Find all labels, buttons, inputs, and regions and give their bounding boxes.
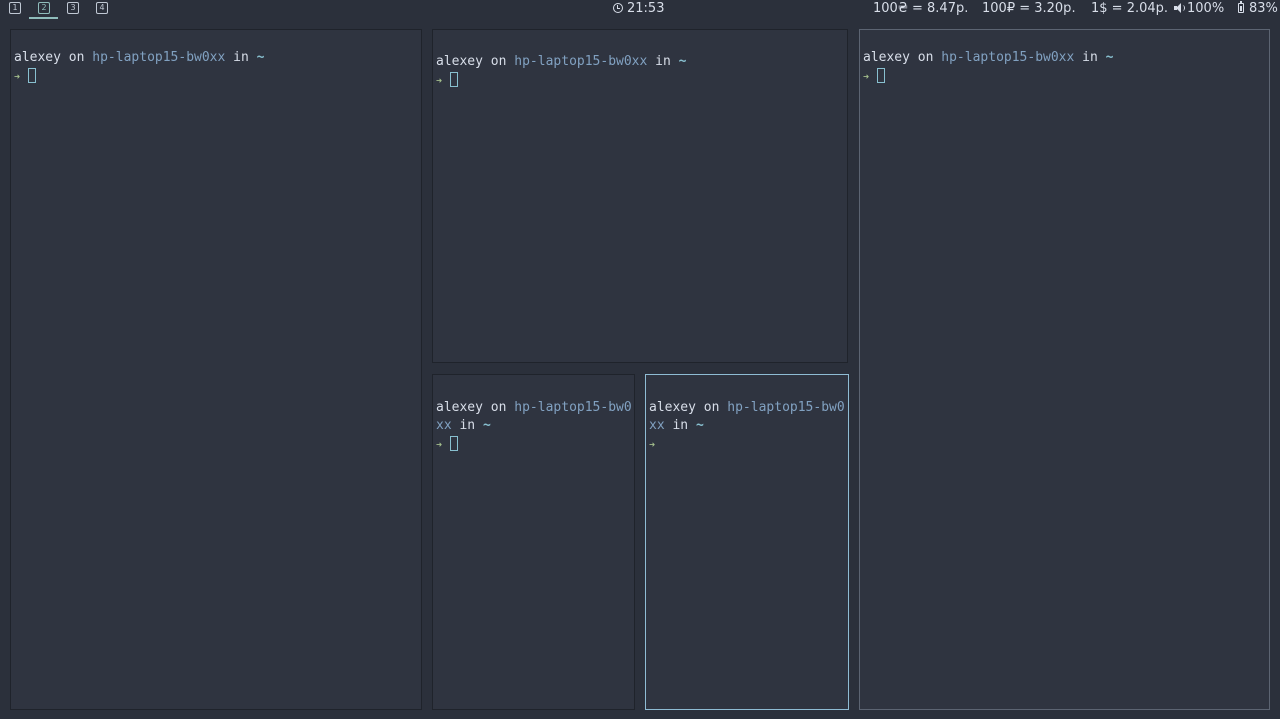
prompt-user: alexey xyxy=(863,50,910,65)
prompt-arrow: ➜ xyxy=(436,76,443,87)
prompt-user: alexey xyxy=(436,54,483,69)
rate-usd: 1$ = 2.04р. xyxy=(1091,1,1169,16)
cursor xyxy=(28,68,37,83)
prompt-host: hp-laptop15-bw0xx xyxy=(941,50,1075,65)
prompt-line: alexey on hp-laptop15-bw0xx in ~ xyxy=(14,49,414,67)
prompt-dir: ~ xyxy=(482,418,491,433)
battery-indicator: 83% xyxy=(1238,0,1278,18)
battery-value: 83% xyxy=(1249,1,1278,16)
prompt-on: on xyxy=(490,400,507,415)
prompt-arrow: ➜ xyxy=(14,72,21,83)
prompt-line: alexey on hp-laptop15-bw0xx in ~ xyxy=(436,399,634,435)
prompt-host: hp-laptop15-bw0xx xyxy=(514,54,648,69)
rate-rub: 100₽ = 3.20р. xyxy=(982,1,1076,16)
workspace-3-icon[interactable]: 3 xyxy=(67,2,79,14)
workspace-2-icon[interactable]: 2 xyxy=(38,2,50,14)
input-line[interactable]: ➜ xyxy=(863,67,886,87)
prompt-user: alexey xyxy=(436,400,483,415)
prompt-dir: ~ xyxy=(256,50,265,65)
cursor xyxy=(450,436,459,451)
input-line[interactable]: ➜ xyxy=(649,435,655,455)
workspace-4-icon[interactable]: 4 xyxy=(96,2,108,14)
prompt-dir: ~ xyxy=(678,54,687,69)
prompt-on: on xyxy=(490,54,507,69)
prompt-on: on xyxy=(68,50,85,65)
terminal-window-bottom-left[interactable]: alexey on hp-laptop15-bw0xx in ~ ➜ xyxy=(432,374,635,710)
status-bar: 1 2 3 4 21:53 100₴ = 8.47р. 100₽ = 3.20р… xyxy=(0,0,1280,20)
prompt-on: on xyxy=(917,50,934,65)
rate-uah: 100₴ = 8.47р. xyxy=(873,1,969,16)
battery-icon xyxy=(1238,1,1244,13)
volume-indicator[interactable]: 100% xyxy=(1174,0,1224,18)
prompt-dir: ~ xyxy=(695,418,704,433)
prompt-line: alexey on hp-laptop15-bw0xx in ~ xyxy=(649,399,848,435)
terminal-window-middle-top[interactable]: alexey on hp-laptop15-bw0xx in ~ ➜ xyxy=(432,29,848,363)
volume-value: 100% xyxy=(1187,1,1225,16)
terminal-window-left[interactable]: alexey on hp-laptop15-bw0xx in ~ ➜ xyxy=(10,29,422,710)
cursor xyxy=(877,68,886,83)
prompt-host: hp-laptop15-bw0xx xyxy=(92,50,226,65)
prompt-line: alexey on hp-laptop15-bw0xx in ~ xyxy=(863,49,1268,67)
clock-icon xyxy=(613,3,623,13)
prompt-in: in xyxy=(672,418,689,433)
speaker-icon xyxy=(1174,3,1185,13)
prompt-dir: ~ xyxy=(1105,50,1114,65)
prompt-arrow: ➜ xyxy=(863,72,870,83)
clock[interactable]: 21:53 xyxy=(613,0,664,18)
input-line[interactable]: ➜ xyxy=(14,67,37,87)
prompt-on: on xyxy=(703,400,720,415)
prompt-user: alexey xyxy=(14,50,61,65)
prompt-in: in xyxy=(233,50,249,65)
terminal-window-bottom-right-focused[interactable]: alexey on hp-laptop15-bw0xx in ~ ➜ xyxy=(645,374,849,710)
prompt-user: alexey xyxy=(649,400,696,415)
prompt-arrow: ➜ xyxy=(649,440,656,451)
input-line[interactable]: ➜ xyxy=(436,71,459,91)
input-line[interactable]: ➜ xyxy=(436,435,459,455)
prompt-in: in xyxy=(655,54,671,69)
workspace-1-icon[interactable]: 1 xyxy=(9,2,21,14)
active-workspace-indicator xyxy=(29,17,58,19)
prompt-in: in xyxy=(1082,50,1098,65)
prompt-line: alexey on hp-laptop15-bw0xx in ~ xyxy=(436,53,846,71)
cursor xyxy=(450,72,459,87)
clock-time: 21:53 xyxy=(627,1,665,16)
prompt-arrow: ➜ xyxy=(436,440,443,451)
prompt-in: in xyxy=(459,418,476,433)
terminal-window-right[interactable]: alexey on hp-laptop15-bw0xx in ~ ➜ xyxy=(859,29,1270,710)
